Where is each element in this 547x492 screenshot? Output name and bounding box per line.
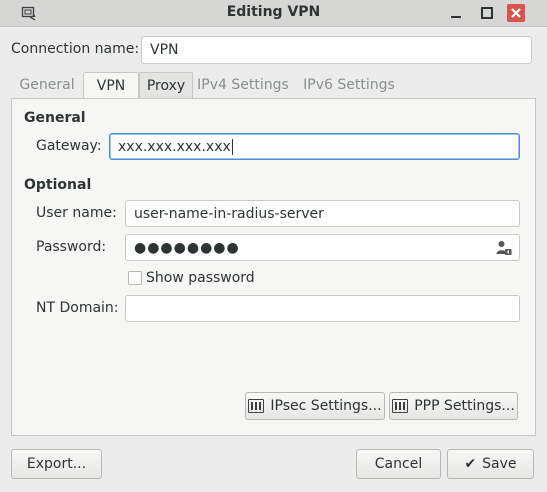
- gateway-value: xxx.xxx.xxx.xxx: [118, 138, 231, 155]
- username-label: User name:: [36, 205, 117, 221]
- tab-ipv4-settings[interactable]: IPv4 Settings: [193, 72, 293, 98]
- minimize-icon[interactable]: [447, 4, 465, 22]
- tab-general[interactable]: General: [11, 72, 83, 98]
- tab-proxy[interactable]: Proxy: [139, 72, 193, 98]
- ppp-settings-button[interactable]: PPP Settings...: [389, 392, 518, 420]
- user-password-icon[interactable]: [496, 240, 512, 256]
- general-heading: General: [24, 110, 86, 126]
- settings-panel-icon: [392, 399, 409, 413]
- gateway-label: Gateway:: [36, 138, 102, 154]
- checkbox-box[interactable]: [128, 271, 142, 285]
- gateway-input[interactable]: xxx.xxx.xxx.xxx: [109, 133, 520, 160]
- ppp-settings-label: PPP Settings...: [414, 398, 515, 414]
- tab-ipv6-settings[interactable]: IPv6 Settings: [299, 72, 399, 98]
- editing-vpn-window: Editing VPN Connection name: VPN General…: [0, 0, 547, 492]
- optional-heading: Optional: [24, 177, 92, 193]
- maximize-icon[interactable]: [478, 4, 496, 22]
- show-password-checkbox[interactable]: Show password: [128, 270, 255, 286]
- username-input[interactable]: user-name-in-radius-server: [125, 200, 520, 227]
- save-button[interactable]: ✔ Save: [447, 449, 534, 479]
- cancel-label: Cancel: [374, 456, 423, 472]
- password-input[interactable]: ●●●●●●●●: [125, 234, 520, 261]
- ipsec-settings-button[interactable]: IPsec Settings...: [245, 392, 385, 420]
- username-value: user-name-in-radius-server: [134, 205, 324, 222]
- export-label: Export...: [26, 456, 87, 472]
- tab-vpn[interactable]: VPN: [83, 72, 139, 99]
- checkmark-icon: ✔: [464, 456, 477, 472]
- save-label: Save: [482, 456, 517, 472]
- title-bar[interactable]: Editing VPN: [0, 0, 547, 27]
- show-password-label: Show password: [146, 270, 255, 286]
- settings-panel-icon: [248, 399, 265, 413]
- password-value: ●●●●●●●●: [134, 239, 240, 256]
- cancel-button[interactable]: Cancel: [356, 449, 441, 479]
- nt-domain-label: NT Domain:: [36, 300, 119, 316]
- text-caret: [231, 138, 233, 155]
- nt-domain-input[interactable]: [125, 295, 520, 322]
- export-button[interactable]: Export...: [11, 449, 102, 479]
- ipsec-settings-label: IPsec Settings...: [270, 398, 382, 414]
- close-icon[interactable]: [507, 4, 525, 22]
- connection-name-label: Connection name:: [11, 41, 140, 57]
- connection-name-input[interactable]: VPN: [141, 36, 532, 64]
- password-label: Password:: [36, 239, 107, 255]
- connection-name-value: VPN: [150, 42, 179, 58]
